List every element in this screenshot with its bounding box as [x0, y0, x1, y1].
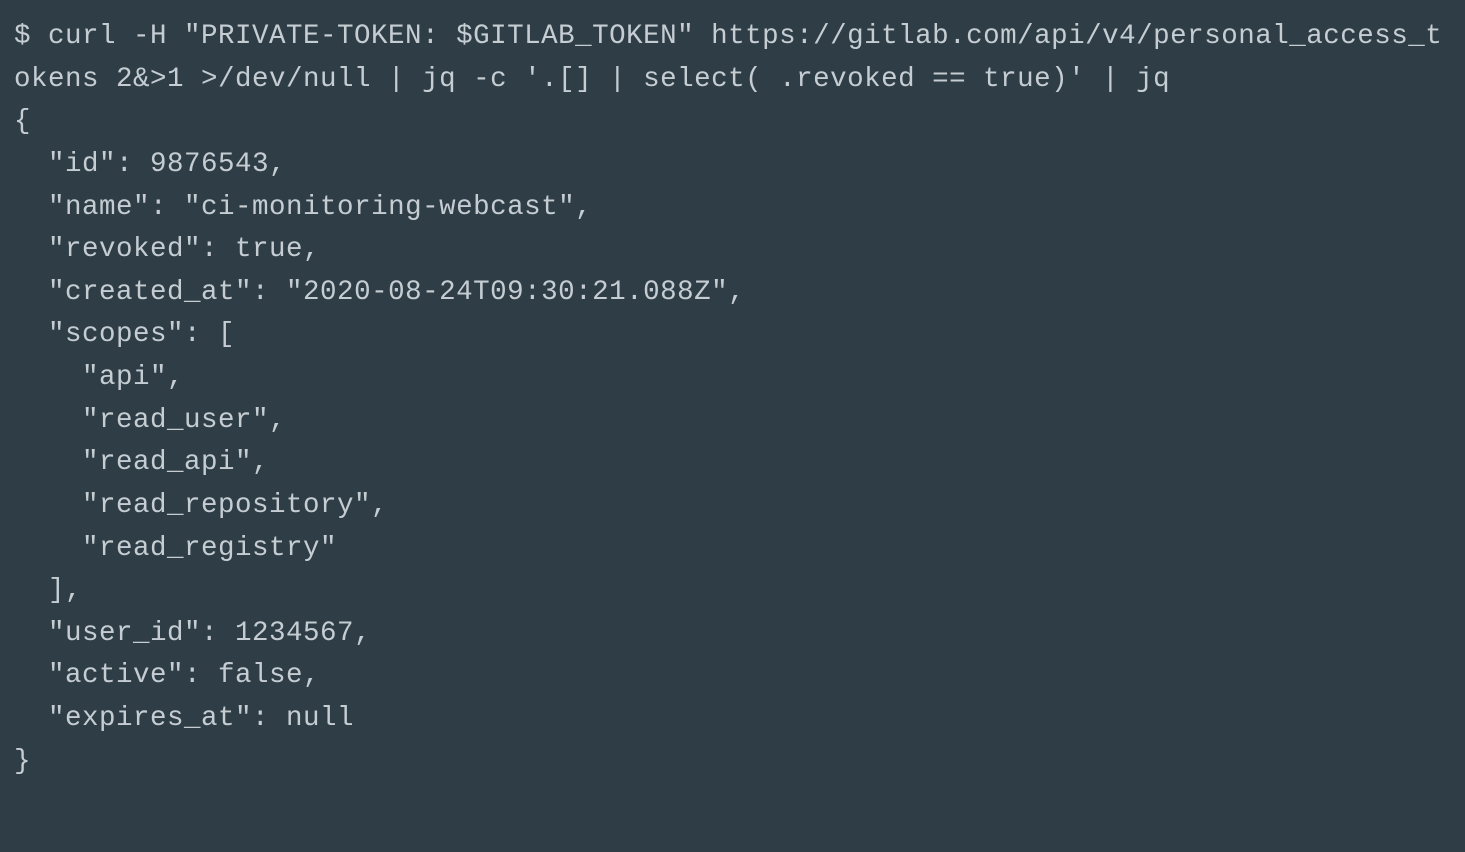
- terminal-command-line: $ curl -H "PRIVATE-TOKEN: $GITLAB_TOKEN"…: [14, 21, 1442, 95]
- terminal-json-output: { "id": 9876543, "name": "ci-monitoring-…: [14, 106, 745, 776]
- terminal-output[interactable]: $ curl -H "PRIVATE-TOKEN: $GITLAB_TOKEN"…: [0, 0, 1465, 799]
